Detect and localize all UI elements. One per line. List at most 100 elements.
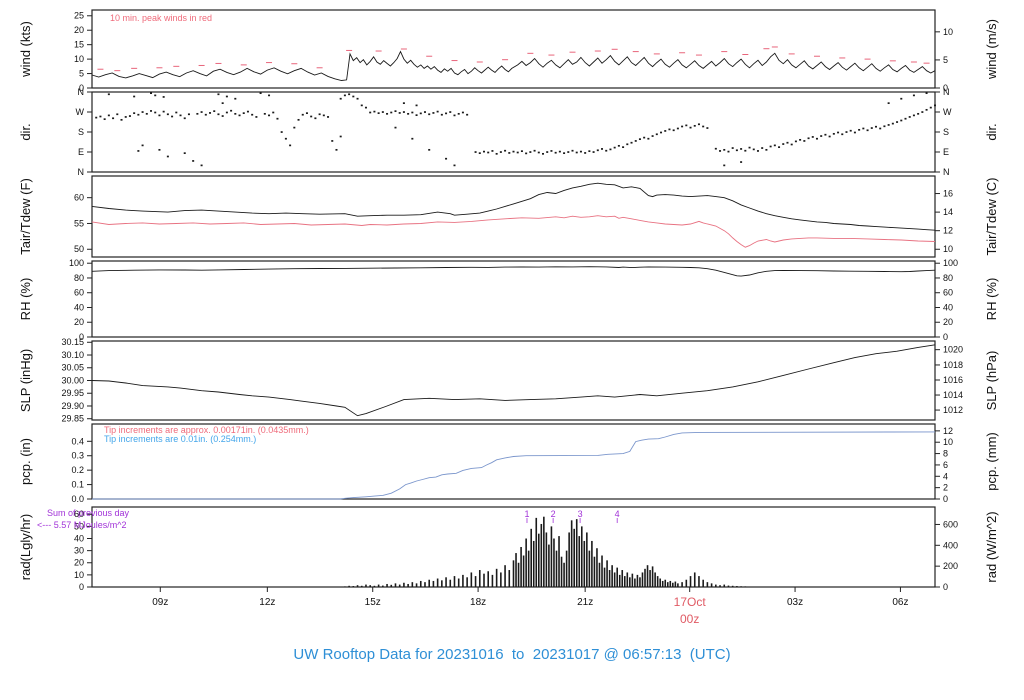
slp-panel: 29.85 29.90 29.95 30.00 30.05 30.10 30.15 1012 1… — [18, 337, 999, 423]
wind_direction-point — [756, 150, 759, 152]
wind_direction-point — [900, 119, 903, 122]
wind_direction-point — [525, 152, 528, 155]
axis-label-right: pcp. (mm) — [984, 432, 999, 491]
wind_direction-point — [685, 124, 688, 127]
wind_direction-point — [364, 106, 367, 109]
axis-label-left: SLP (inHg) — [18, 349, 33, 412]
wind_direction-point — [276, 117, 279, 120]
wind_direction-point — [183, 152, 186, 155]
y-tick-label-left: 29.90 — [61, 401, 84, 411]
y-tick-label-right: 8 — [943, 449, 948, 459]
wind_direction-point — [702, 125, 705, 128]
wind_direction-point — [748, 146, 751, 149]
y-tick-label-left: 0.0 — [71, 494, 84, 504]
wind_direction-point — [672, 129, 675, 132]
wind_direction-point — [769, 145, 772, 148]
y-tick-label-right: 1020 — [943, 345, 963, 355]
wind_direction-point — [853, 131, 856, 134]
wind_direction-point — [921, 111, 924, 113]
wind_direction-point — [596, 149, 599, 152]
wind_direction-point — [811, 136, 814, 138]
wind_direction-point — [246, 110, 249, 113]
y-tick-label-right: 200 — [943, 561, 958, 571]
axis-label-right: rad (W/m^2) — [984, 511, 999, 582]
wind_kts-trace — [91, 50, 936, 81]
y-tick-label-left: 40 — [74, 302, 84, 312]
wind-panel: 05101520250510wind (kts) wind (m/s)10 min… — [18, 9, 999, 93]
wind_direction-point — [634, 140, 637, 142]
wind_direction-point — [411, 137, 414, 140]
y-tick-label-left: 10 — [74, 570, 84, 580]
tair_tdew-panel: 50 55 60 10 12 14 16 Tair/Tdew (F) Tair/Tdew (C) — [18, 175, 999, 258]
wind_direction-point — [331, 140, 334, 142]
weather-multipanel-chart: 05101520250510wind (kts) wind (m/s)10 min… — [18, 9, 999, 626]
wind_direction-point — [453, 164, 456, 167]
wind_direction-point — [141, 111, 144, 113]
pcp-annotation-2: Tip increments are 0.01in. (0.254mm.) — [104, 434, 256, 444]
y-tick-label-left: 30.05 — [61, 363, 84, 373]
wind_direction-point — [571, 149, 574, 152]
wind_direction-point — [558, 150, 561, 153]
wind_direction-point — [145, 112, 148, 115]
wind_direction-point — [268, 94, 271, 97]
wind_direction-point — [660, 131, 663, 134]
wind_direction-point — [584, 152, 587, 154]
wind_direction-point — [272, 111, 275, 114]
wind_direction-point — [217, 113, 220, 116]
wind_direction-point — [529, 151, 532, 153]
wind_direction-point — [192, 160, 195, 162]
wind_direction-point — [815, 137, 818, 140]
wind_direction-point — [225, 111, 228, 114]
wind_direction-point — [175, 111, 178, 114]
y-tick-label-right: N — [943, 87, 950, 97]
wind_direction-point — [440, 113, 443, 116]
wind_direction-point — [419, 112, 422, 115]
wind_direction-point — [234, 97, 237, 100]
wind_direction-point — [874, 125, 877, 128]
wind_direction-point — [794, 140, 797, 143]
wind_direction-point — [95, 116, 98, 119]
wind_direction-point — [778, 146, 781, 149]
wind_direction-point — [542, 152, 545, 155]
wind_direction-point — [259, 92, 262, 95]
wind_direction-point — [154, 111, 157, 114]
wind_direction-point — [280, 131, 283, 133]
y-tick-label-left: 30 — [74, 546, 84, 556]
x-tick-label: 03z — [787, 597, 803, 608]
wind_direction-point — [124, 116, 127, 118]
y-tick-label-right: 1014 — [943, 390, 963, 400]
axis-label-right: wind (m/s) — [984, 19, 999, 80]
wind_direction-point — [263, 112, 266, 115]
wind_direction-point — [381, 111, 384, 113]
wind_direction-point — [537, 151, 540, 154]
wind_direction-point — [761, 147, 764, 149]
y-tick-label-right: 40 — [943, 302, 953, 312]
wind_direction-point — [356, 97, 359, 100]
y-tick-label-right: 80 — [943, 273, 953, 283]
wind_direction-point — [495, 152, 498, 155]
wind_direction-point — [520, 150, 523, 153]
wind_direction-point — [782, 143, 785, 145]
y-tick-label-right: 1018 — [943, 360, 963, 370]
wind_direction-point — [415, 114, 418, 117]
axis-label-right: Tair/Tdew (C) — [984, 177, 999, 255]
wind_direction-point — [183, 117, 186, 120]
wind_direction-point — [744, 149, 747, 152]
wind_direction-point — [605, 149, 608, 152]
wind_direction-point — [238, 114, 241, 117]
wind_direction-point — [862, 127, 865, 130]
rh-panel-border — [91, 260, 936, 338]
wind_direction-point — [908, 116, 911, 118]
wind_direction-point — [255, 116, 258, 118]
y-tick-label-left: 40 — [74, 533, 84, 543]
wind_direction-point — [723, 164, 726, 167]
wind_direction-point — [158, 148, 161, 151]
wind_direction-point — [575, 151, 578, 154]
wind_direction-point — [799, 138, 802, 141]
dir-panel: NESWNNESWNdir. dir. — [18, 87, 999, 177]
wind_direction-point — [900, 97, 903, 100]
wind_direction-point — [554, 151, 557, 154]
wind_direction-point — [504, 149, 507, 152]
wind_direction-point — [735, 149, 738, 152]
wind_direction-point — [398, 112, 401, 114]
